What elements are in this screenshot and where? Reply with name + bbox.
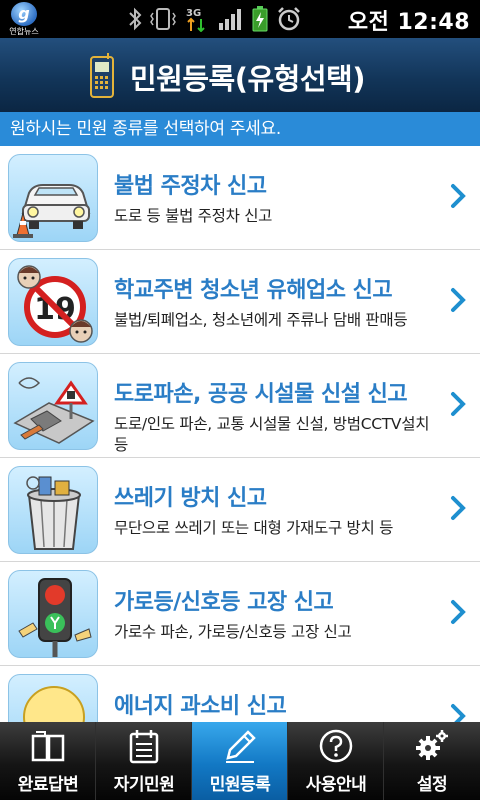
chevron-right-icon xyxy=(451,288,466,312)
tab-label: 완료답변 xyxy=(17,775,79,795)
item-description: 도로 등 불법 주정차 신고 xyxy=(114,207,273,225)
traffic-light-icon xyxy=(8,570,98,658)
gear-icon xyxy=(416,730,448,760)
item-description: 불법/퇴폐업소, 청소년에게 주류나 담배 판매등 xyxy=(114,311,408,329)
bluetooth-icon xyxy=(129,7,142,31)
app-label: 연합뉴스 xyxy=(9,27,39,36)
item-title: 불법 주정차 신고 xyxy=(114,174,267,199)
item-title: 도로파손, 공공 시설물 신설 신고 xyxy=(114,382,408,407)
tab-label: 사용안내 xyxy=(305,775,367,795)
status-bar: g 연합뉴스 3G 오전 12:48 xyxy=(0,0,480,38)
alarm-icon xyxy=(278,7,300,31)
book-icon xyxy=(31,731,65,762)
question-icon xyxy=(319,729,353,763)
no-under-19-icon: 19 xyxy=(8,258,98,346)
list-item-youth-harmful-business[interactable]: 19 학교주변 청소년 유해업소 신고 불법/퇴폐업소, 청소년에게 주류나 담… xyxy=(0,250,480,354)
item-description: 가로수 파손, 가로등/신호등 고장 신고 xyxy=(114,623,352,641)
chevron-right-icon xyxy=(451,392,466,416)
vibrate-icon xyxy=(150,8,176,30)
bottom-tab-bar: 완료답변 자기민원 민원등록 사용안내 설정 xyxy=(0,722,480,800)
tab-user-guide[interactable]: 사용안내 xyxy=(288,722,384,800)
status-icons: 3G xyxy=(128,6,302,32)
yonhap-news-notification-icon: g 연합뉴스 xyxy=(6,2,42,36)
list-item-illegal-parking[interactable]: 불법 주정차 신고 도로 등 불법 주정차 신고 xyxy=(0,146,480,250)
svg-text:3G: 3G xyxy=(186,8,201,19)
item-title: 학교주변 청소년 유해업소 신고 xyxy=(114,278,393,303)
title-bar: 민원등록(유형선택) xyxy=(0,38,480,112)
chevron-right-icon xyxy=(451,496,466,520)
item-title: 에너지 과소비 신고 xyxy=(114,694,287,719)
calendar-icon xyxy=(129,730,159,764)
chevron-right-icon xyxy=(451,184,466,208)
chevron-right-icon xyxy=(451,704,466,722)
list-item-streetlight-fault[interactable]: 가로등/신호등 고장 신고 가로수 파손, 가로등/신호등 고장 신고 xyxy=(0,562,480,666)
item-title: 쓰레기 방치 신고 xyxy=(114,486,267,511)
tab-settings[interactable]: 설정 xyxy=(384,722,480,800)
pencil-icon xyxy=(226,730,256,763)
clock-time: 오전 12:48 xyxy=(347,10,470,35)
phone-icon xyxy=(90,53,114,98)
chevron-right-icon xyxy=(451,600,466,624)
app-logo-letter: g xyxy=(11,2,37,26)
page-title: 민원등록(유형선택) xyxy=(130,62,365,96)
signal-icon xyxy=(219,9,241,30)
trash-can-icon xyxy=(8,466,98,554)
instruction-banner: 원하시는 민원 종류를 선택하여 주세요. xyxy=(0,112,480,146)
complaint-type-list[interactable]: 불법 주정차 신고 도로 등 불법 주정차 신고 19 학교주변 청소 xyxy=(0,146,480,722)
road-damage-icon xyxy=(8,362,98,450)
battery-charging-icon xyxy=(252,6,268,32)
tab-label: 설정 xyxy=(416,775,448,795)
item-description: 무단으로 쓰레기 또는 대형 가재도구 방치 등 xyxy=(114,519,394,537)
list-item-garbage-dumping[interactable]: 쓰레기 방치 신고 무단으로 쓰레기 또는 대형 가재도구 방치 등 xyxy=(0,458,480,562)
item-title: 가로등/신호등 고장 신고 xyxy=(114,590,334,615)
tab-label: 민원등록 xyxy=(209,775,271,795)
network-3g-icon: 3G xyxy=(186,8,205,32)
list-item-energy-overuse[interactable]: 에너지 과소비 신고 xyxy=(0,666,480,722)
item-description: 도로/인도 파손, 교통 시설물 신설, 방범CCTV설치 등 xyxy=(114,415,430,454)
light-bulb-icon xyxy=(8,674,98,722)
tab-completed-answers[interactable]: 완료답변 xyxy=(0,722,96,800)
tab-my-complaints[interactable]: 자기민원 xyxy=(96,722,192,800)
list-item-road-damage[interactable]: 도로파손, 공공 시설물 신설 신고 도로/인도 파손, 교통 시설물 신설, … xyxy=(0,354,480,458)
tab-register-complaint[interactable]: 민원등록 xyxy=(192,722,288,800)
tab-label: 자기민원 xyxy=(113,775,175,795)
car-icon xyxy=(8,154,98,242)
app-screen: g 연합뉴스 3G 오전 12:48 민원등록(유형선택) 원하시는 민원 종류… xyxy=(0,0,480,800)
